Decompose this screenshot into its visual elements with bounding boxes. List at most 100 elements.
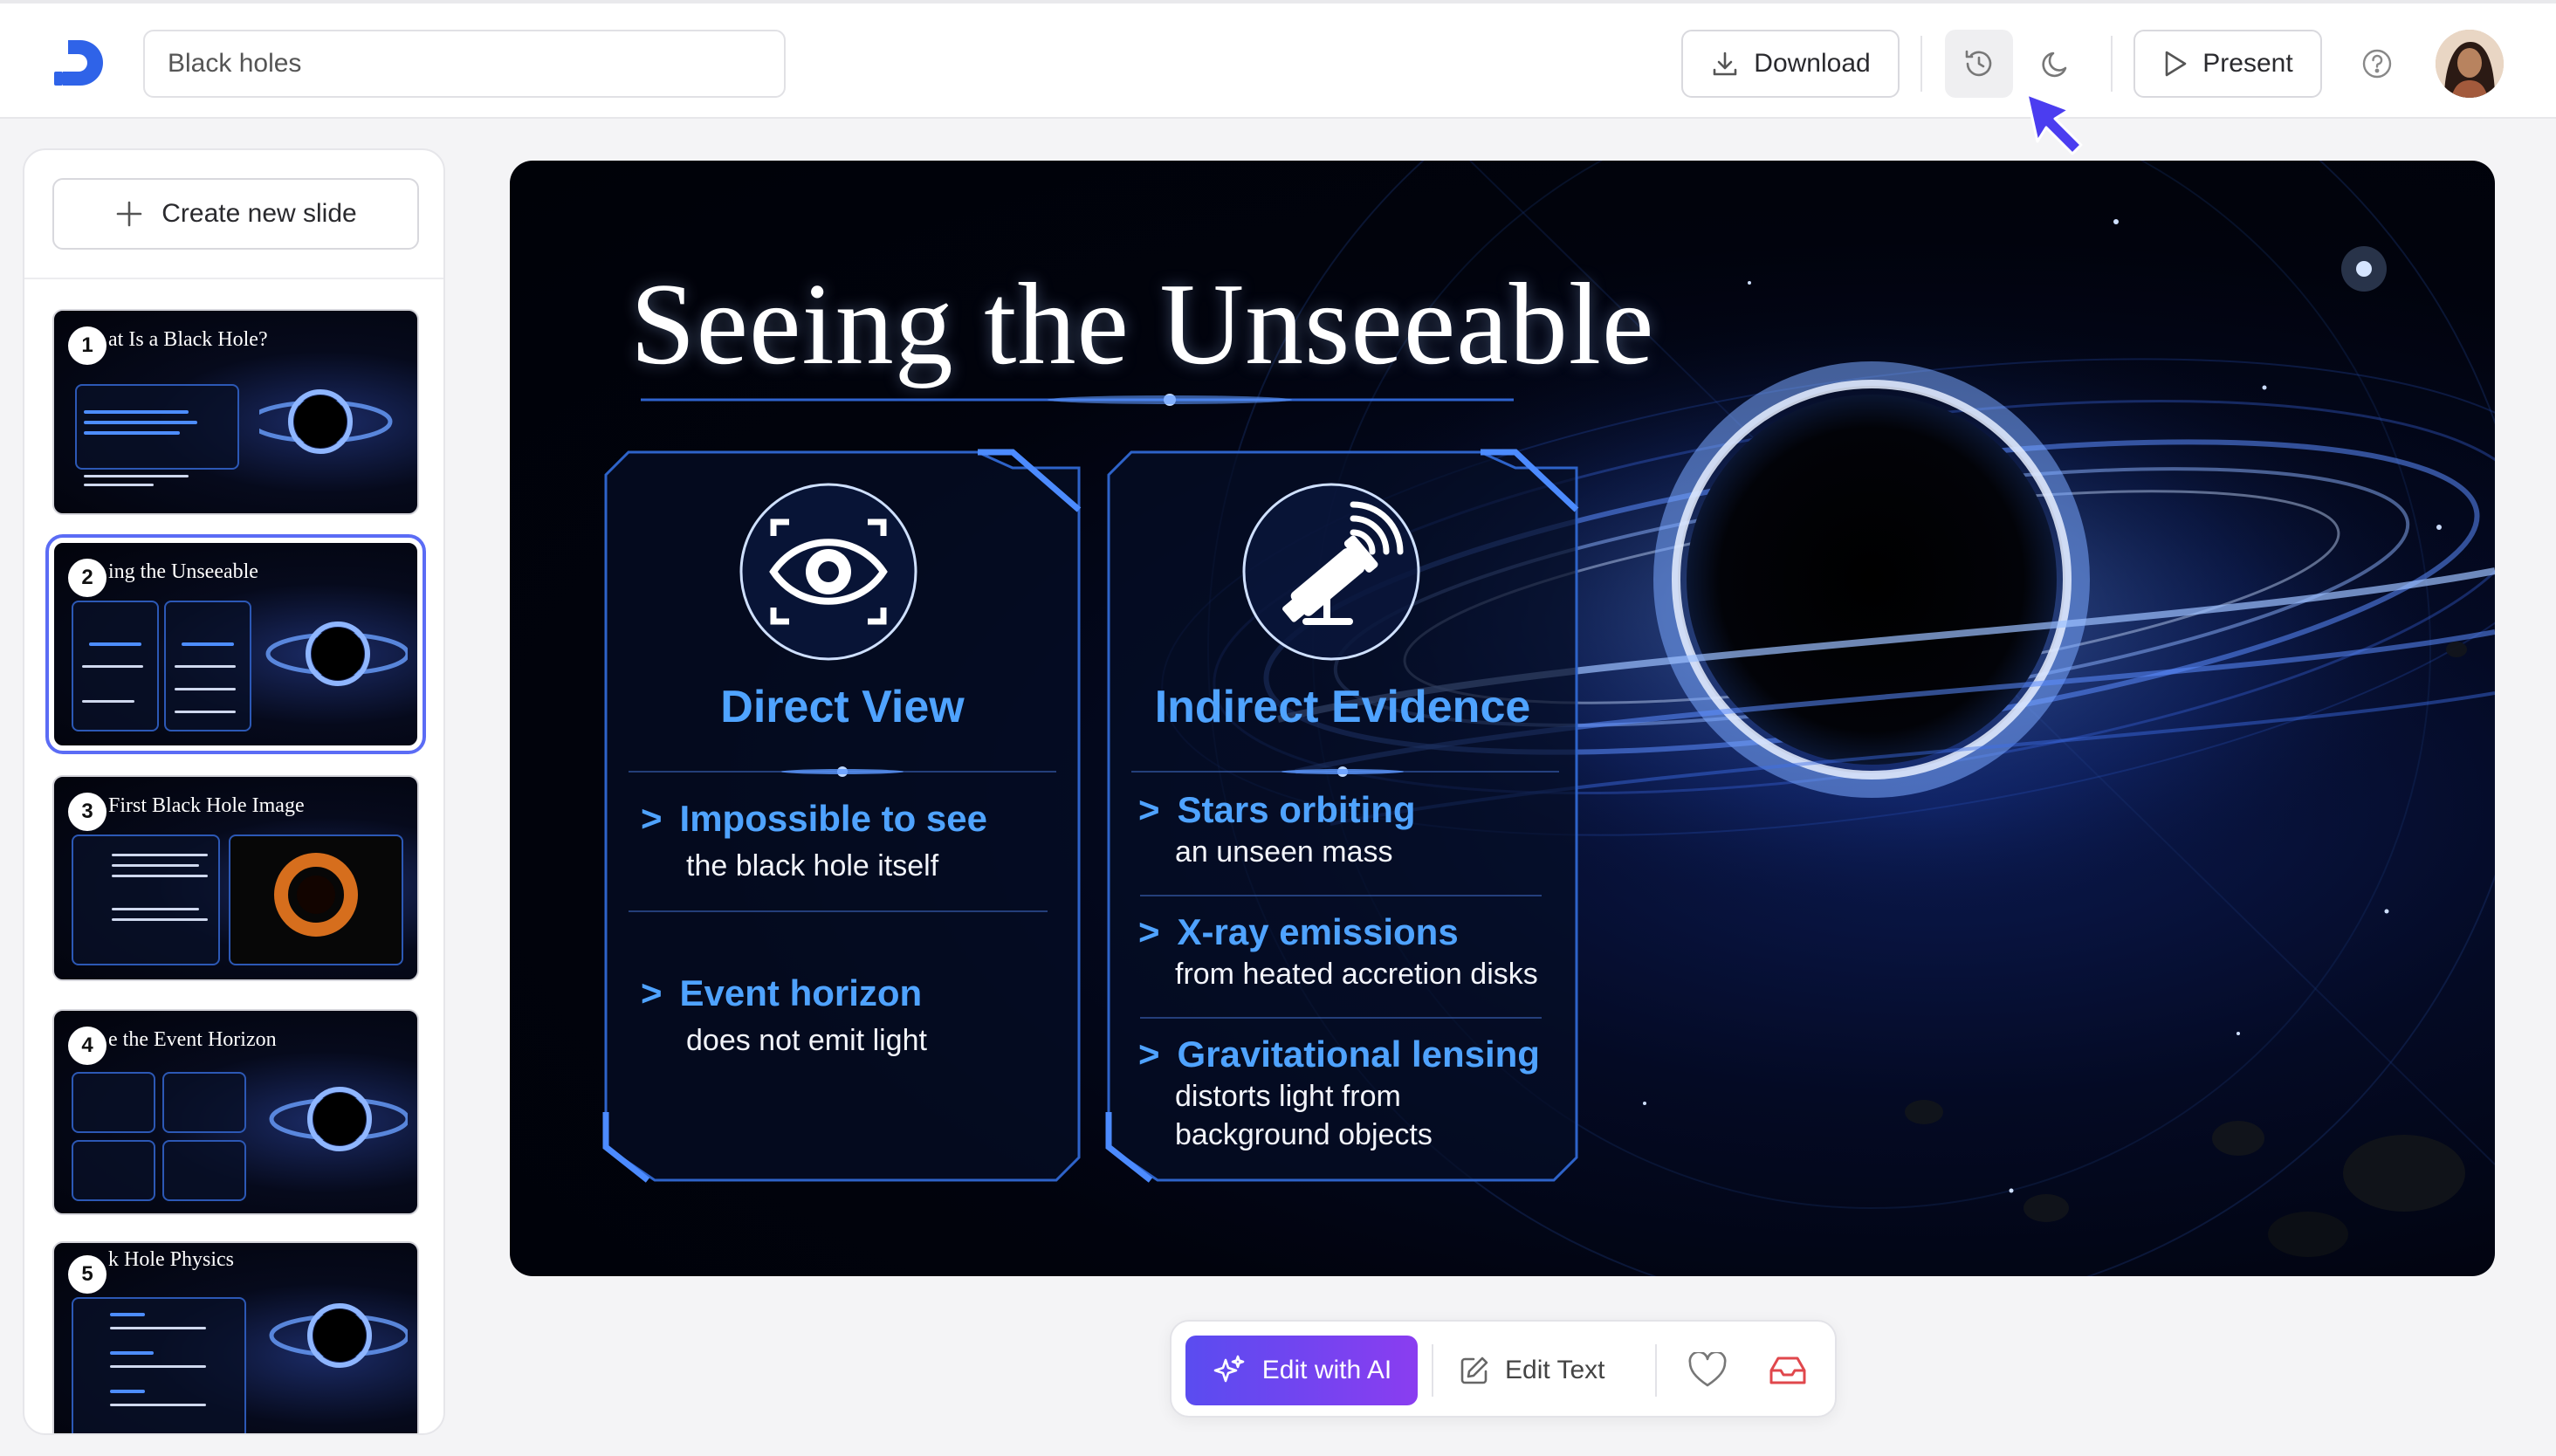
slide-number: 5 bbox=[68, 1255, 106, 1294]
download-button[interactable]: Download bbox=[1681, 30, 1900, 98]
slide-thumbnail-title: ing the Unseeable bbox=[108, 560, 258, 583]
thumb-text-line bbox=[182, 642, 234, 646]
thumb-text-line bbox=[112, 875, 208, 877]
card-item-label: > Gravitational lensing bbox=[1138, 1034, 1540, 1075]
card-heading: Direct View bbox=[720, 682, 965, 732]
search-input[interactable] bbox=[143, 30, 786, 98]
divider bbox=[24, 278, 443, 279]
sparkles-icon bbox=[1213, 1355, 1245, 1383]
edit-with-ai-button[interactable]: Edit with AI bbox=[1185, 1336, 1418, 1405]
thumb-text-line bbox=[175, 665, 236, 668]
thumb-text-line bbox=[112, 918, 208, 921]
thumb-text-line bbox=[175, 711, 236, 713]
edit-text-button[interactable]: Edit Text bbox=[1458, 1336, 1632, 1405]
card-item-text: does not emit light bbox=[686, 1024, 927, 1057]
indirect-evidence-card[interactable]: Indirect Evidence > Stars orbiting an uns… bbox=[1105, 449, 1580, 1184]
present-button[interactable]: Present bbox=[2133, 30, 2322, 98]
download-icon bbox=[1713, 52, 1737, 76]
avatar[interactable] bbox=[2436, 30, 2504, 98]
download-label: Download bbox=[1754, 49, 1871, 78]
eye-icon bbox=[739, 483, 917, 661]
archive-button[interactable] bbox=[1758, 1341, 1817, 1400]
brand-logo-icon[interactable] bbox=[51, 37, 106, 89]
thumb-text-line bbox=[110, 1351, 154, 1355]
edit-with-ai-label: Edit with AI bbox=[1261, 1356, 1392, 1384]
card-item-text: from heated accretion disks bbox=[1175, 958, 1538, 991]
thumb-text-line bbox=[84, 484, 154, 486]
slide-thumbnail-title: k Hole Physics bbox=[108, 1248, 234, 1271]
slide-thumbnail-title: at Is a Black Hole? bbox=[108, 328, 268, 351]
thumb-text-line bbox=[110, 1365, 206, 1368]
create-slide-button[interactable]: Create new slide bbox=[52, 178, 419, 250]
plus-icon bbox=[116, 201, 142, 227]
create-slide-label: Create new slide bbox=[161, 199, 357, 228]
divider bbox=[2111, 36, 2113, 92]
slide-number: 3 bbox=[68, 793, 106, 831]
black-hole-image bbox=[269, 1303, 408, 1368]
help-button[interactable] bbox=[2343, 30, 2411, 98]
slide-number: 4 bbox=[68, 1027, 106, 1065]
thumb-text-line bbox=[112, 864, 199, 867]
slide-title[interactable]: Seeing the Unseeable bbox=[630, 257, 1654, 391]
chevron-right-icon: > bbox=[1138, 911, 1160, 952]
slide-number: 2 bbox=[68, 559, 106, 597]
thumb-panel bbox=[72, 1140, 155, 1201]
black-hole-image bbox=[265, 622, 408, 686]
card-item-label: > Event horizon bbox=[641, 972, 923, 1013]
event-horizon-image bbox=[274, 853, 358, 937]
help-icon bbox=[2362, 49, 2392, 79]
thumb-text-line bbox=[112, 854, 208, 856]
thumb-text-line bbox=[84, 431, 180, 435]
slide-thumbnail-5[interactable]: 5 k Hole Physics bbox=[52, 1241, 419, 1433]
thumb-text-line bbox=[82, 665, 143, 668]
play-icon bbox=[2165, 51, 2187, 77]
slide-canvas[interactable]: Seeing the Unseeable Direct View > Imposs… bbox=[510, 161, 2495, 1276]
thumb-text-line bbox=[110, 1390, 145, 1393]
thumb-text-line bbox=[110, 1404, 206, 1406]
slide-thumbnail-1[interactable]: 1 at Is a Black Hole? bbox=[52, 309, 419, 515]
slide-thumbnail-3[interactable]: 3 First Black Hole Image bbox=[52, 775, 419, 981]
card-item-text: an unseen mass bbox=[1175, 835, 1393, 869]
history-button[interactable] bbox=[1945, 30, 2013, 98]
thumb-text-line bbox=[175, 688, 236, 690]
thumb-text-line bbox=[84, 421, 197, 424]
thumb-text-line bbox=[84, 410, 189, 414]
mouse-cursor-icon bbox=[2025, 93, 2083, 155]
slide-toolbar: Edit with AI Edit Text bbox=[1170, 1320, 1837, 1418]
moon-icon bbox=[2042, 52, 2067, 78]
thumb-panel bbox=[162, 1140, 246, 1201]
card-item-label: > Impossible to see bbox=[641, 798, 987, 839]
card-heading: Indirect Evidence bbox=[1154, 682, 1531, 732]
black-hole-image bbox=[259, 389, 393, 454]
thumb-text-line bbox=[84, 475, 189, 477]
slide-thumbnail-4[interactable]: 4 e the Event Horizon bbox=[52, 1009, 419, 1215]
theme-toggle-button[interactable] bbox=[2022, 30, 2090, 98]
card-item-label: > Stars orbiting bbox=[1138, 789, 1416, 830]
edit-text-label: Edit Text bbox=[1505, 1356, 1605, 1384]
divider bbox=[1432, 1344, 1433, 1397]
black-hole-image bbox=[269, 1087, 408, 1151]
pencil-icon bbox=[1460, 1356, 1488, 1384]
telescope-icon bbox=[1242, 483, 1420, 661]
chevron-right-icon: > bbox=[1138, 789, 1160, 830]
user-avatar-icon bbox=[2436, 30, 2504, 98]
thumb-text-line bbox=[112, 908, 199, 910]
direct-view-card[interactable]: Direct View > Impossible to see the black… bbox=[602, 449, 1082, 1184]
slides-sidebar: Create new slide 1 at Is a Black Hole? 2… bbox=[23, 148, 445, 1435]
like-button[interactable] bbox=[1678, 1341, 1737, 1400]
thumb-panel bbox=[162, 1072, 246, 1133]
slide-thumbnail-2[interactable]: 2 ing the Unseeable bbox=[45, 534, 426, 754]
divider bbox=[1655, 1344, 1657, 1397]
chevron-right-icon: > bbox=[641, 798, 663, 839]
card-item-text: distorts light from background objects bbox=[1175, 1080, 1433, 1151]
thumb-text-line bbox=[110, 1313, 145, 1316]
thumb-text-line bbox=[82, 700, 134, 703]
slide-number: 1 bbox=[68, 326, 106, 365]
slide-thumbnail-title: First Black Hole Image bbox=[108, 794, 305, 817]
heart-icon bbox=[1688, 1352, 1727, 1387]
present-label: Present bbox=[2202, 49, 2293, 78]
top-bar: Download Present bbox=[0, 0, 2556, 155]
thumb-panel bbox=[75, 384, 239, 470]
history-icon bbox=[1965, 50, 1992, 77]
thumb-text-line bbox=[89, 642, 141, 646]
